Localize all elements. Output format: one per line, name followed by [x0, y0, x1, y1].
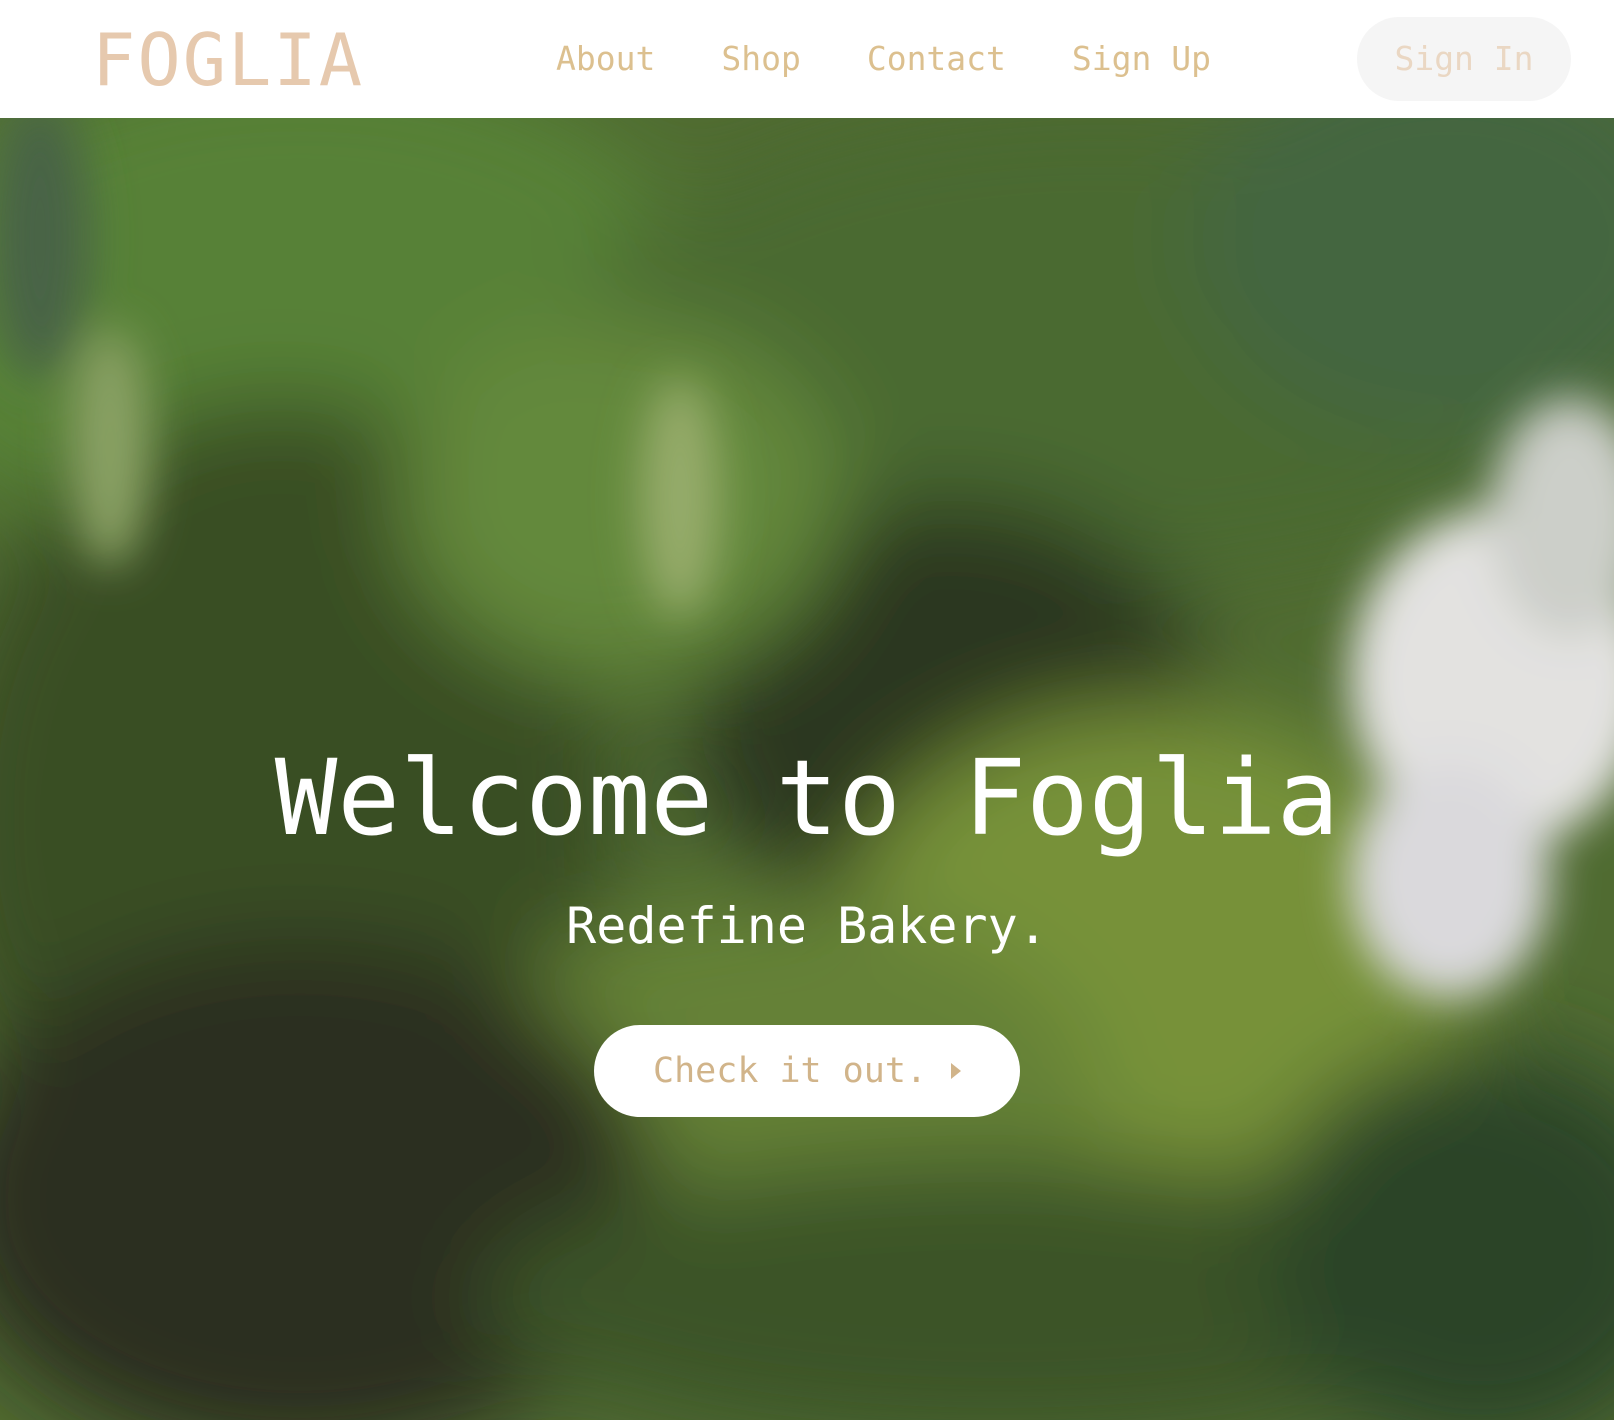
chevron-right-icon: [950, 1063, 961, 1079]
nav-contact-link[interactable]: Contact: [867, 38, 1006, 80]
sign-in-button[interactable]: Sign In: [1357, 17, 1571, 101]
main-nav: About Shop Contact Sign Up: [556, 38, 1211, 80]
hero-section: Welcome to Foglia Redefine Bakery. Check…: [0, 118, 1614, 1420]
nav-signup-link[interactable]: Sign Up: [1072, 38, 1211, 80]
nav-about-link[interactable]: About: [556, 38, 655, 80]
hero-title: Welcome to Foglia: [274, 737, 1340, 859]
hero-subtitle: Redefine Bakery.: [566, 897, 1048, 955]
top-navbar: FOGLIA About Shop Contact Sign Up Sign I…: [0, 0, 1614, 118]
check-it-out-button[interactable]: Check it out.: [594, 1025, 1020, 1117]
cta-label: Check it out.: [653, 1051, 927, 1091]
brand-logo[interactable]: FOGLIA: [92, 18, 364, 102]
nav-shop-link[interactable]: Shop: [721, 38, 800, 80]
